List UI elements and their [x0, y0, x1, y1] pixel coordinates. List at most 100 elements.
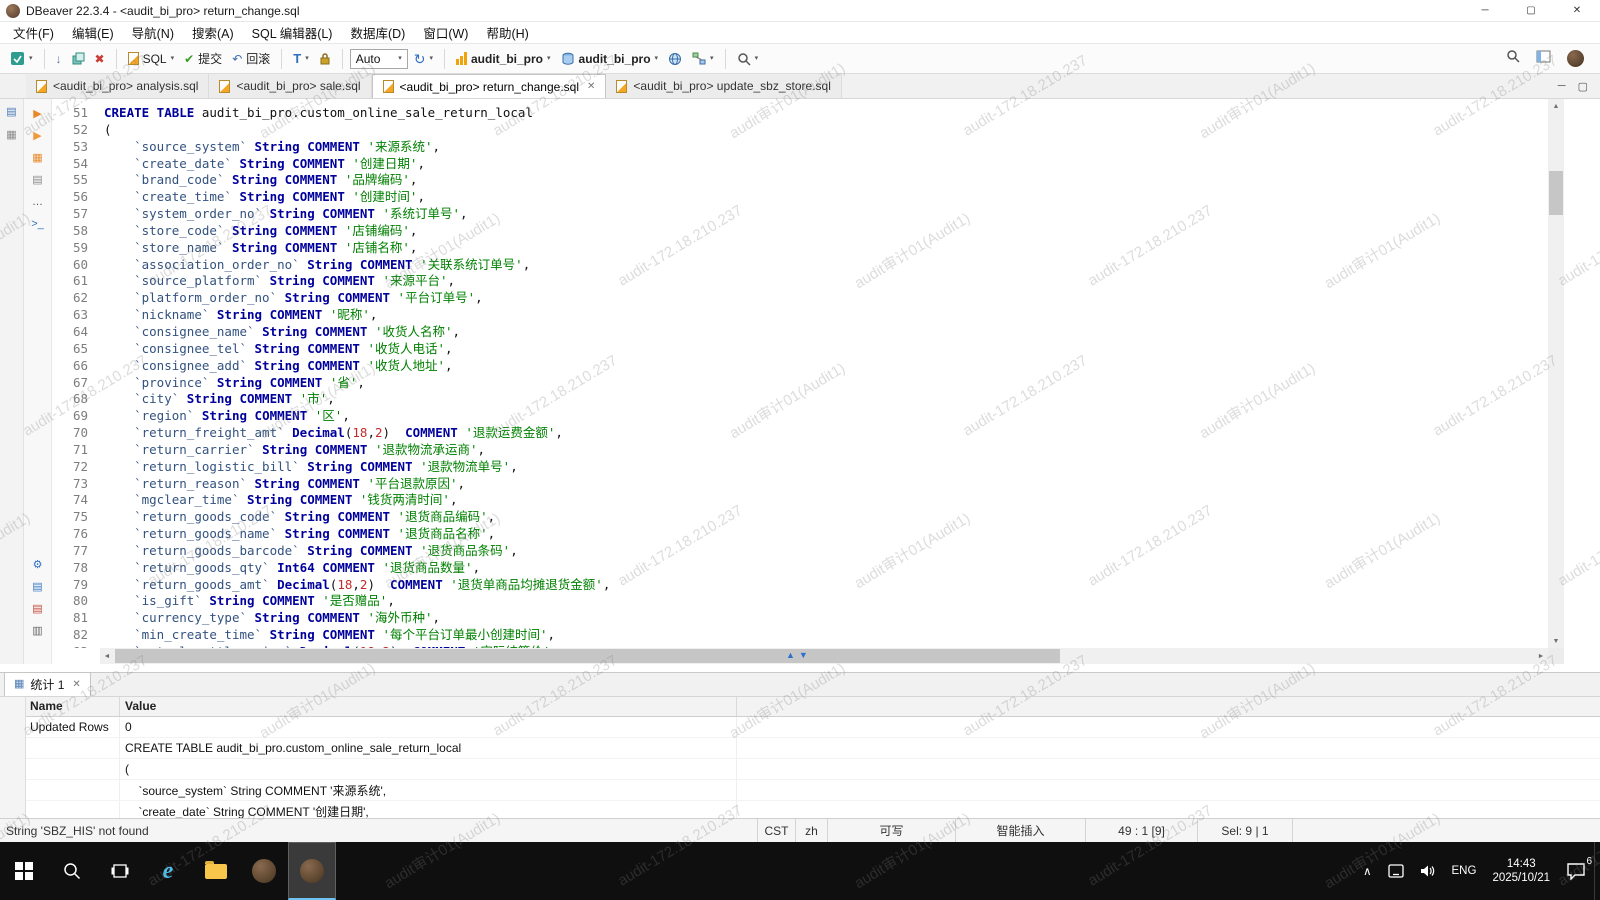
window-close-button[interactable]: ✕: [1554, 0, 1600, 21]
dropdown-caret-icon[interactable]: ▾: [429, 55, 433, 62]
menu-item[interactable]: 导航(N): [123, 21, 183, 44]
code-line[interactable]: `return_reason` String COMMENT '平台退款原因',: [104, 476, 1548, 493]
line-number[interactable]: 77: [52, 543, 88, 560]
close-tab-icon[interactable]: ✕: [587, 81, 595, 92]
menu-item[interactable]: 窗口(W): [414, 21, 477, 44]
editor-tab[interactable]: <audit_bi_pro> update_sbz_store.sql: [606, 74, 841, 98]
toolbar-down-arrow-icon[interactable]: ↓: [52, 50, 66, 68]
execute-new-tab-icon[interactable]: ▶: [29, 129, 47, 144]
horizontal-scrollbar-thumb[interactable]: [115, 649, 1060, 663]
line-number[interactable]: 54: [52, 156, 88, 173]
connection-select[interactable]: audit_bi_pro ▾: [452, 49, 555, 69]
line-number[interactable]: 62: [52, 290, 88, 307]
code-line[interactable]: `create_time` String COMMENT '创建时间',: [104, 189, 1548, 206]
line-number[interactable]: 63: [52, 307, 88, 324]
data-search-button[interactable]: ▾: [733, 49, 763, 69]
projects-icon[interactable]: ▦: [4, 127, 20, 141]
menu-item[interactable]: SQL 编辑器(L): [243, 21, 342, 44]
code-line[interactable]: `return_logistic_bill` String COMMENT '退…: [104, 459, 1548, 476]
dbeaver-community-icon[interactable]: [1567, 50, 1584, 67]
line-number[interactable]: 79: [52, 577, 88, 594]
panel-sash-controls[interactable]: ▲ ▼: [786, 651, 808, 660]
line-number[interactable]: 76: [52, 526, 88, 543]
transaction-log-button[interactable]: T ▾: [289, 48, 312, 69]
menu-item[interactable]: 编辑(E): [63, 21, 123, 44]
menu-item[interactable]: 数据库(D): [341, 21, 414, 44]
line-number[interactable]: 69: [52, 408, 88, 425]
code-line[interactable]: `create_date` String COMMENT '创建日期',: [104, 156, 1548, 173]
cell-name[interactable]: [26, 738, 120, 758]
line-number[interactable]: 74: [52, 492, 88, 509]
cell-name[interactable]: [26, 780, 120, 800]
rollback-button[interactable]: ↶ 回滚: [228, 47, 274, 70]
status-segment[interactable]: zh: [795, 819, 827, 842]
new-sql-editor-button[interactable]: ▾: [6, 48, 37, 69]
code-line[interactable]: `min_create_time` String COMMENT '每个平台订单…: [104, 627, 1548, 644]
status-segment[interactable]: 可写: [827, 819, 955, 842]
quick-search-icon[interactable]: [1506, 49, 1520, 68]
code-line[interactable]: `nickname` String COMMENT '昵称',: [104, 307, 1548, 324]
internet-explorer-button[interactable]: e: [144, 842, 192, 900]
line-number[interactable]: 53: [52, 139, 88, 156]
toolbar-cancel-icon[interactable]: ✖: [91, 50, 109, 68]
cell-value[interactable]: (: [120, 759, 737, 779]
dropdown-caret-icon[interactable]: ▾: [305, 55, 309, 62]
delete-script-icon[interactable]: ▤: [29, 602, 47, 617]
script-outline-icon[interactable]: ▥: [29, 624, 47, 639]
cell-value[interactable]: 0: [120, 717, 737, 737]
line-number[interactable]: 80: [52, 593, 88, 610]
erd-button[interactable]: ▾: [688, 49, 718, 68]
code-line[interactable]: `region` String COMMENT '区',: [104, 408, 1548, 425]
dropdown-caret-icon[interactable]: ▾: [547, 55, 551, 62]
line-number[interactable]: 65: [52, 341, 88, 358]
line-number[interactable]: 64: [52, 324, 88, 341]
code-line[interactable]: `consignee_name` String COMMENT '收货人名称',: [104, 324, 1548, 341]
line-number[interactable]: 60: [52, 257, 88, 274]
dropdown-caret-icon[interactable]: ▾: [171, 55, 175, 62]
table-row[interactable]: `create_date` String COMMENT '创建日期',: [0, 801, 1600, 818]
code-line[interactable]: `association_order_no` String COMMENT '关…: [104, 257, 1548, 274]
execute-script-icon[interactable]: ▦: [29, 151, 47, 166]
line-number[interactable]: 81: [52, 610, 88, 627]
dropdown-caret-icon[interactable]: ▾: [655, 55, 659, 62]
code-line[interactable]: `source_system` String COMMENT '来源系统',: [104, 139, 1548, 156]
sash-down-icon[interactable]: ▼: [799, 651, 808, 660]
task-view-button[interactable]: [96, 842, 144, 900]
cell-name[interactable]: Updated Rows: [26, 717, 120, 737]
line-number[interactable]: 52: [52, 122, 88, 139]
dropdown-caret-icon[interactable]: ▾: [29, 55, 33, 62]
window-maximize-button[interactable]: ▢: [1508, 0, 1554, 21]
line-number[interactable]: 55: [52, 172, 88, 189]
action-center-button[interactable]: 6: [1558, 842, 1594, 900]
globe-button[interactable]: [664, 49, 686, 69]
open-console-icon[interactable]: >_: [29, 217, 47, 232]
explain-plan-icon[interactable]: ▤: [29, 173, 47, 188]
table-row[interactable]: (: [0, 759, 1600, 780]
editor-tab[interactable]: <audit_bi_pro> sale.sql: [209, 74, 371, 98]
column-header-name[interactable]: Name: [26, 697, 120, 716]
editor-tab[interactable]: <audit_bi_pro> return_change.sql✕: [372, 74, 607, 98]
code-line[interactable]: `platform_order_no` String COMMENT '平台订单…: [104, 290, 1548, 307]
status-segment[interactable]: 49 : 1 [9]: [1085, 819, 1197, 842]
save-script-icon[interactable]: ▤: [29, 580, 47, 595]
code-line[interactable]: `system_order_no` String COMMENT '系统订单号'…: [104, 206, 1548, 223]
code-line[interactable]: `province` String COMMENT '省',: [104, 375, 1548, 392]
code-line[interactable]: `return_goods_amt` Decimal(18,2) COMMENT…: [104, 577, 1548, 594]
line-number[interactable]: 75: [52, 509, 88, 526]
scroll-up-arrow-icon[interactable]: ▲: [1548, 99, 1564, 113]
code-line[interactable]: `city` String COMMENT '市',: [104, 391, 1548, 408]
status-segment[interactable]: CST: [757, 819, 795, 842]
scroll-left-arrow-icon[interactable]: ◄: [100, 648, 114, 664]
code-line[interactable]: `return_goods_name` String COMMENT '退货商品…: [104, 526, 1548, 543]
code-line[interactable]: `consignee_add` String COMMENT '收货人地址',: [104, 358, 1548, 375]
menu-item[interactable]: 搜索(A): [183, 21, 243, 44]
line-number[interactable]: 70: [52, 425, 88, 442]
statistics-tab[interactable]: ▦ 统计 1 ✕: [4, 672, 91, 696]
window-minimize-button[interactable]: ─: [1462, 0, 1508, 21]
cell-value[interactable]: `source_system` String COMMENT '来源系统',: [120, 780, 737, 800]
history-button[interactable]: ↻ ▾: [410, 49, 437, 69]
lock-button[interactable]: [315, 49, 335, 68]
editor-vertical-scrollbar[interactable]: ▲ ▼: [1548, 99, 1564, 648]
line-number[interactable]: 56: [52, 189, 88, 206]
show-desktop-button[interactable]: [1594, 842, 1600, 900]
